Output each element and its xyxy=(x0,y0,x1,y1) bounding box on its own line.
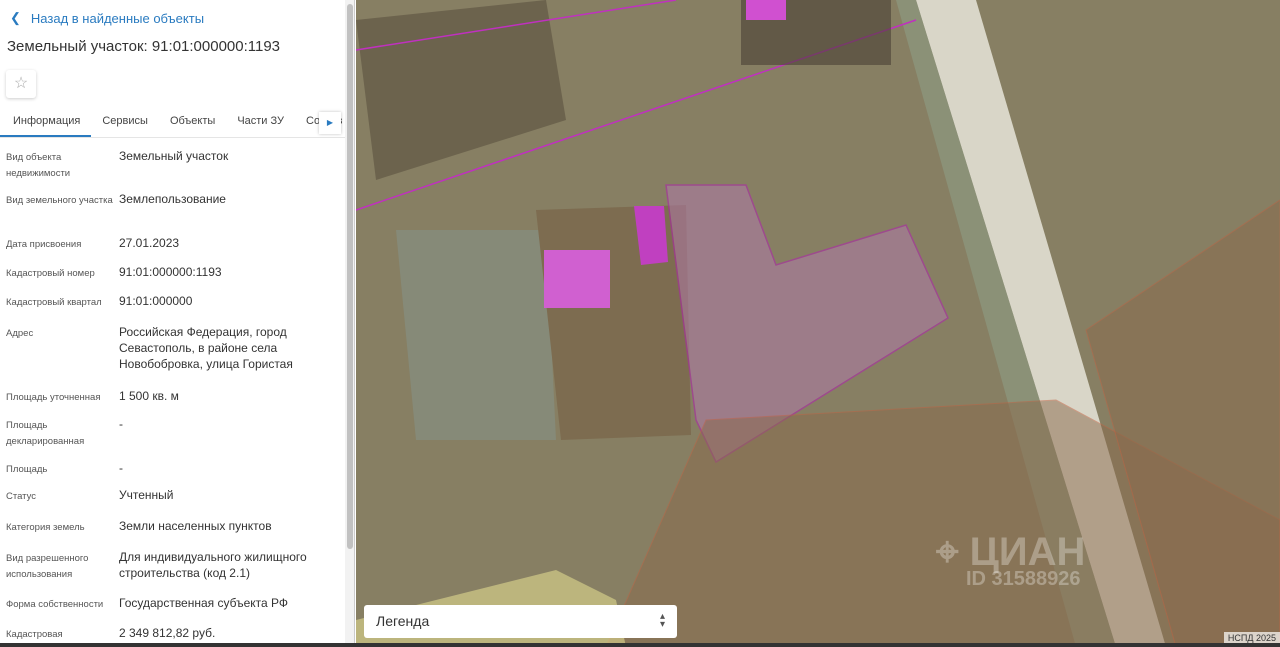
attribute-label: Площадь декларированная xyxy=(6,420,85,447)
watermark-id: ID 31588926 xyxy=(966,568,1081,590)
tabs-scroll-right-button[interactable]: ▶ xyxy=(319,112,341,134)
attribute-label: Площадь уточненная xyxy=(6,392,101,403)
tab-info[interactable]: Информация xyxy=(0,110,92,137)
scrollbar[interactable] xyxy=(345,0,354,647)
attribute-value: 27.01.2023 xyxy=(119,236,180,250)
attribute-value: 91:01:000000:1193 xyxy=(119,265,222,279)
attribute-value: Земли населенных пунктов xyxy=(119,519,272,533)
attribute-label: Кадастровый квартал xyxy=(6,297,102,308)
attribute-value: Для индивидуального жилищного строительс… xyxy=(119,550,307,580)
attribute-row: Вид объекта недвижимости Земельный участо… xyxy=(0,148,345,191)
map-imagery xyxy=(356,0,1280,647)
attribute-row: Форма собственности Государственная субъе… xyxy=(0,595,345,625)
attribute-value: - xyxy=(119,417,123,431)
attribute-label: Статус xyxy=(6,491,37,502)
bottom-bar xyxy=(0,643,1280,647)
attribute-value: Земельный участок xyxy=(119,149,229,163)
attribute-label: Дата присвоения xyxy=(6,239,82,250)
tab-bar: Информация Сервисы Объекты Части ЗУ Сост… xyxy=(0,110,345,138)
tab-services[interactable]: Сервисы xyxy=(91,110,159,137)
attribute-label: Вид объекта недвижимости xyxy=(6,152,71,179)
attribute-label: Форма собственности xyxy=(6,599,104,610)
chevron-updown-icon: ▴ ▾ xyxy=(659,611,665,630)
legend-dropdown[interactable]: Легенда ▴ ▾ xyxy=(364,605,677,638)
attribute-row: Адрес Российская Федерация, город Севасто… xyxy=(0,324,345,388)
attribute-row: Площадь - xyxy=(0,460,345,487)
tab-parts[interactable]: Части ЗУ xyxy=(226,110,295,137)
attributes-list: Вид объекта недвижимости Земельный участо… xyxy=(0,148,345,647)
page-title: Земельный участок: 91:01:000000:1193 xyxy=(7,38,281,55)
attribute-row: Дата присвоения 27.01.2023 xyxy=(0,235,345,264)
attribute-label: Вид земельного участка xyxy=(6,195,113,206)
attribute-row: Вид разрешенного использования Для индиви… xyxy=(0,549,345,595)
attribute-row: Статус Учтенный xyxy=(0,487,345,518)
attribute-value: Учтенный xyxy=(119,488,174,502)
attribute-value: 1 500 кв. м xyxy=(119,389,179,403)
attribute-row: Категория земель Земли населенных пунктов xyxy=(0,518,345,549)
attribute-label: Площадь xyxy=(6,464,48,475)
attribute-value: 91:01:000000 xyxy=(119,294,193,308)
attribute-row: Вид земельного участка Землепользование xyxy=(0,191,345,235)
chevron-left-icon: ❮ xyxy=(10,10,21,25)
attribute-label: Вид разрешенного использования xyxy=(6,553,89,580)
tab-objects[interactable]: Объекты xyxy=(159,110,226,137)
map[interactable]: ⌖ ЦИАН ID 31588926 Легенда ▴ ▾ НСПД 2025 xyxy=(356,0,1280,647)
attribute-label: Адрес xyxy=(6,328,34,339)
attribute-row: Кадастровый квартал 91:01:000000 xyxy=(0,293,345,324)
attribute-row: Площадь уточненная 1 500 кв. м xyxy=(0,388,345,416)
attribute-value: - xyxy=(119,461,123,475)
attribute-row: Кадастровый номер 91:01:000000:1193 xyxy=(0,264,345,293)
attribute-label: Кадастровый номер xyxy=(6,268,95,279)
back-link[interactable]: ❮ Назад в найденные объекты xyxy=(10,10,204,26)
attribute-value: Государственная субъекта РФ xyxy=(119,596,289,610)
scrollbar-thumb[interactable] xyxy=(347,4,353,549)
favorite-star-icon[interactable]: ☆ xyxy=(6,70,36,98)
attribute-value: Землепользование xyxy=(119,192,226,206)
info-panel: ❮ Назад в найденные объекты Земельный уча… xyxy=(0,0,355,647)
attribute-value: Российская Федерация, город Севастополь,… xyxy=(119,325,293,371)
attribute-row: Площадь декларированная - xyxy=(0,416,345,460)
attribute-label: Категория земель xyxy=(6,522,85,533)
